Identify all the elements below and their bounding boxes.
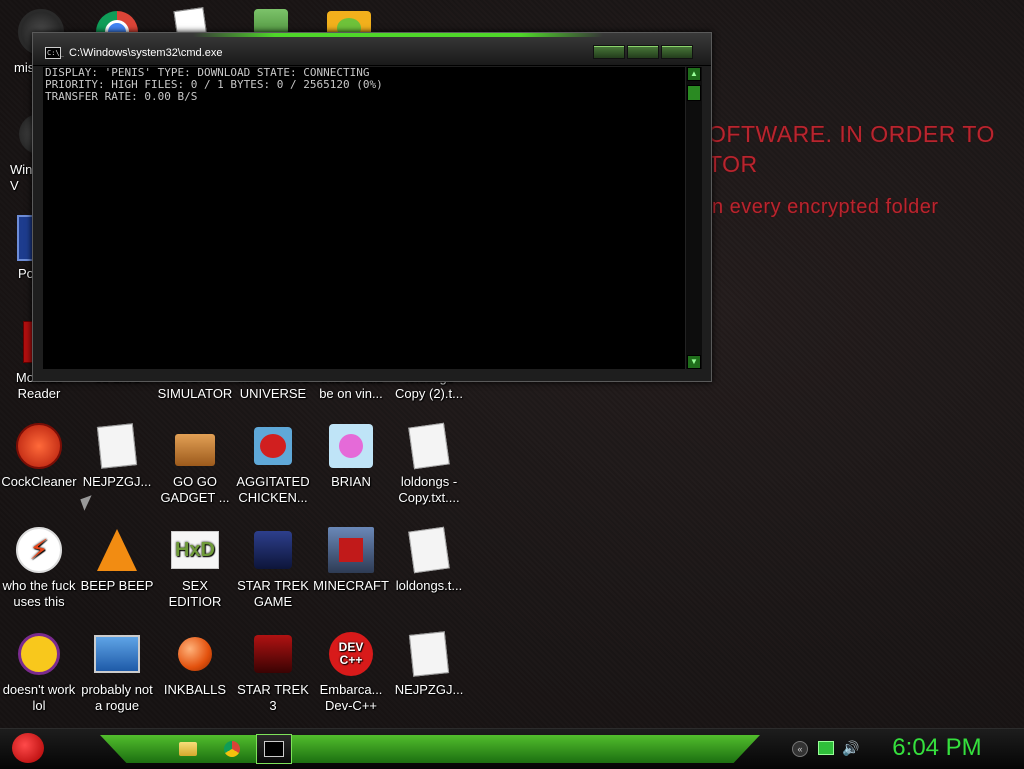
desktop-icon-label: SEX EDITIOR <box>168 578 222 609</box>
desktop-icon-label: probably not a rogue <box>81 682 153 713</box>
wallpaper-ransom-text-3: n every encrypted folder <box>712 196 939 218</box>
desktop-icon-who-uses-this[interactable]: ⚡ who the fuck uses this <box>0 526 78 610</box>
desktop-icon-go-go-gadget[interactable]: GO GO GADGET ... <box>156 422 234 506</box>
vlc-cone-icon <box>93 526 141 574</box>
desktop-icon-aggitated-chicken[interactable]: AGGITATED CHICKEN... <box>234 422 312 506</box>
desktop-icon-label: NEJPZGJ... <box>394 682 464 697</box>
desktop-icon-label: NEJPZGJ... <box>82 474 152 489</box>
hxd-icon: HxD <box>171 526 219 574</box>
network-icon[interactable] <box>818 741 834 755</box>
cmd-window[interactable]: C:\_ C:\Windows\system32\cmd.exe DISPLAY… <box>32 32 712 382</box>
desktop-icon-inkballs[interactable]: INKBALLS <box>156 630 234 698</box>
dev-cpp-icon: DEV C++ <box>327 630 375 678</box>
desktop-icon-nejpzgj-2[interactable]: NEJPZGJ... <box>390 630 468 698</box>
desktop-icon-doesnt-work[interactable]: doesn't work lol <box>0 630 78 714</box>
wallpaper-ransom-text-1: OFTWARE. IN ORDER TO <box>708 121 995 147</box>
desktop-icon-cockcleaner[interactable]: CockCleaner <box>0 422 78 490</box>
desktop-icon-label: STAR TREK 3 <box>237 682 309 713</box>
document-icon <box>93 422 141 470</box>
cmd-titlebar[interactable]: C:\_ C:\Windows\system32\cmd.exe <box>33 33 711 66</box>
desktop-icon-sex-editior[interactable]: HxD SEX EDITIOR <box>156 526 234 610</box>
cmd-icon <box>264 741 284 757</box>
taskbar-cmd[interactable] <box>256 734 292 764</box>
start-button[interactable] <box>8 729 48 769</box>
desktop-icon-star-trek-game[interactable]: STAR TREK GAME <box>234 526 312 610</box>
desktop-icon-nejpzgj-1[interactable]: NEJPZGJ... <box>78 422 156 490</box>
desktop-icon-label: AGGITATED CHICKEN... <box>236 474 310 505</box>
window-controls <box>593 45 693 59</box>
monitor-gears-icon <box>93 630 141 678</box>
taskbar-chrome[interactable] <box>218 736 246 762</box>
ccleaner-icon <box>15 422 63 470</box>
desktop-icon-label: who the fuck uses this <box>2 578 76 609</box>
desktop-icon-star-trek-3[interactable]: STAR TREK 3 <box>234 630 312 714</box>
console-output[interactable]: DISPLAY: 'PENIS' TYPE: DOWNLOAD STATE: C… <box>43 67 685 369</box>
maximize-button[interactable] <box>627 45 659 59</box>
mouse-cursor-icon <box>80 495 96 511</box>
inkball-icon <box>171 630 219 678</box>
cmd-icon[interactable]: C:\_ <box>45 47 64 59</box>
desktop-icon-dev-cpp[interactable]: DEV C++ Embarca... Dev-C++ <box>312 630 390 714</box>
desktop-icon-label: GO GO GADGET ... <box>160 474 230 505</box>
document-icon <box>405 630 453 678</box>
desktop-icon-beep-beep[interactable]: BEEP BEEP <box>78 526 156 594</box>
yahoo-messenger-icon <box>15 630 63 678</box>
desktop-icon-label: Embarca... Dev-C++ <box>319 682 383 713</box>
desktop-icon-label: STAR TREK GAME <box>237 578 309 609</box>
scroll-thumb[interactable] <box>687 85 701 101</box>
desktop-icon-loldongs-copy[interactable]: loldongs - Copy.txt.... <box>390 422 468 506</box>
desktop-icon-label: INKBALLS <box>163 682 227 697</box>
desktop-icon-brian[interactable]: BRIAN <box>312 422 390 490</box>
close-button[interactable] <box>661 45 693 59</box>
pink-bird-icon <box>327 422 375 470</box>
red-bird-icon <box>249 422 297 470</box>
desktop-icon-label: BRIAN <box>331 474 371 489</box>
text-file-icon <box>405 526 453 574</box>
scroll-down-button[interactable]: ▼ <box>687 355 701 369</box>
desktop-icon-label: loldongs - Copy.txt.... <box>398 474 460 505</box>
desktop-icon-label: doesn't work lol <box>2 682 76 713</box>
vertical-scrollbar[interactable]: ▲ ▼ <box>685 67 702 369</box>
minecraft-icon <box>327 526 375 574</box>
star-wars-bird-icon <box>249 526 297 574</box>
folder-icon <box>179 742 197 756</box>
cmd-window-title: C:\Windows\system32\cmd.exe <box>69 47 223 59</box>
desktop-icon-label: MINECRAFT <box>313 578 389 593</box>
desktop-icon-loldongs[interactable]: loldongs.t... <box>390 526 468 594</box>
console-line: TRANSFER RATE: 0.00 B/S <box>45 90 198 103</box>
chrome-icon <box>224 741 240 757</box>
text-file-icon <box>405 422 453 470</box>
angry-bird-start-icon <box>12 733 44 763</box>
desktop-icon-label: CockCleaner <box>1 474 77 489</box>
taskbar-clock[interactable]: 6:04 PM <box>868 734 1006 762</box>
tray-arrow-icon[interactable]: « <box>792 741 808 757</box>
lightning-icon: ⚡ <box>15 526 63 574</box>
star-wars-bird-icon-2 <box>249 630 297 678</box>
wallpaper-ransom-text-2: TOR <box>708 151 758 177</box>
desktop-icon-label: loldongs.t... <box>395 578 463 593</box>
desktop-icon-probably-not-rogue[interactable]: probably not a rogue <box>78 630 156 714</box>
volume-icon[interactable]: 🔊 <box>842 741 859 755</box>
desktop-icon-minecraft[interactable]: MINECRAFT <box>312 526 390 594</box>
taskbar-explorer[interactable] <box>174 736 202 762</box>
minimize-button[interactable] <box>593 45 625 59</box>
briefcase-icon <box>171 422 219 470</box>
desktop-icon-label: BEEP BEEP <box>80 578 154 593</box>
scroll-up-button[interactable]: ▲ <box>687 67 701 81</box>
